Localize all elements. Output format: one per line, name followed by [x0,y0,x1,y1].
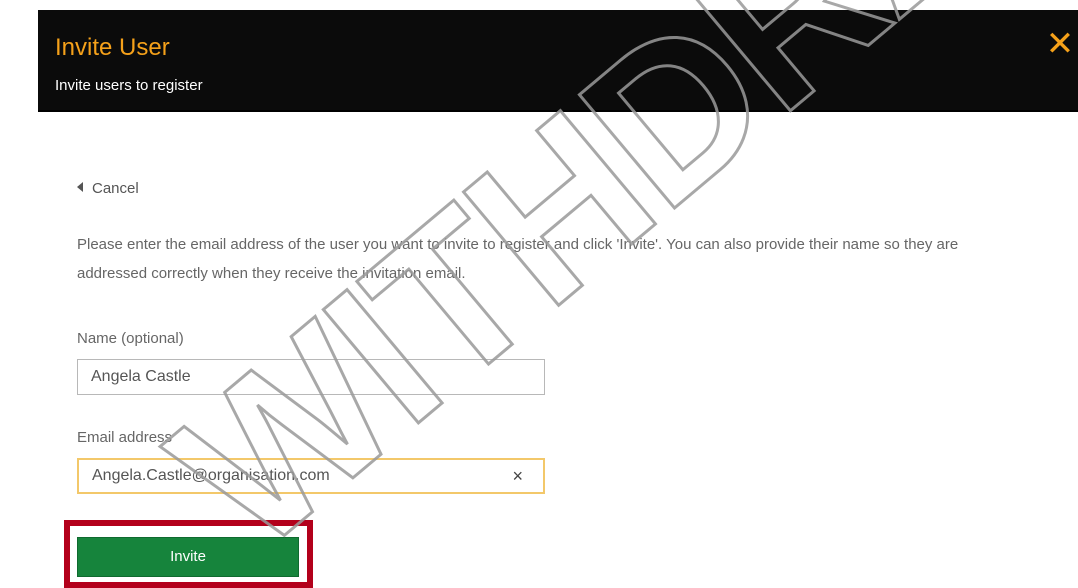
close-icon[interactable]: ✕ [1042,26,1078,62]
name-label: Name (optional) [77,330,184,347]
email-field[interactable]: × [77,458,545,494]
name-input[interactable] [78,360,498,394]
cancel-label: Cancel [92,180,139,197]
dialog-title: Invite User [55,34,170,61]
dialog-header: Invite User Invite users to register ✕ [38,10,1078,112]
invite-button[interactable]: Invite [77,537,299,577]
dialog-subtitle: Invite users to register [55,77,203,94]
back-caret-icon [77,182,83,192]
cancel-link[interactable]: Cancel [77,180,139,198]
clear-icon[interactable]: × [512,460,523,492]
email-label: Email address [77,429,173,446]
email-input[interactable] [79,460,499,492]
instructions-text: Please enter the email address of the us… [77,236,959,282]
invite-user-dialog: Invite User Invite users to register ✕ C… [0,0,1078,588]
name-field[interactable] [77,359,545,395]
